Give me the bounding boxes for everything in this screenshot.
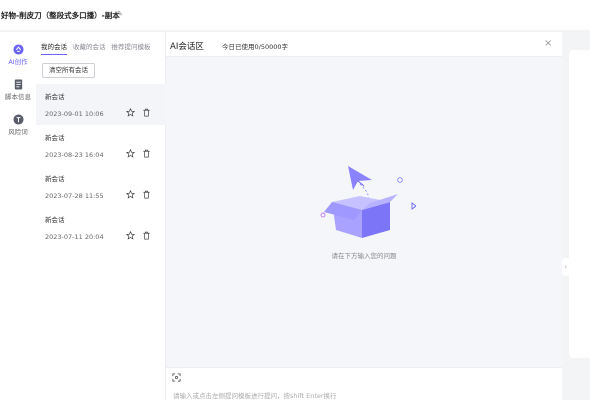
rail-item-risk-words[interactable]: 风险词 [0, 114, 36, 136]
rail-label: 脚本信息 [5, 93, 31, 101]
ai-create-icon [12, 44, 24, 55]
star-icon[interactable] [126, 149, 135, 158]
rail-label: AI创作 [8, 58, 28, 66]
trash-icon[interactable] [142, 190, 151, 199]
side-rail: AI创作 脚本信息 风险词 [0, 32, 36, 400]
script-title: 好物-削皮刀（整段式多口播）-副本 [1, 11, 120, 20]
workspace-panel: AI创作 脚本信息 风险词 我的会话 收藏的会话 推荐提问模板 清空所有会话 新… [0, 32, 562, 400]
risk-words-icon [12, 114, 24, 125]
conversation-name: 新会话 [45, 175, 65, 183]
chat-input-placeholder: 请输入或点击左侧提问模板进行提问，按shift Enter换行 [173, 392, 337, 400]
conversation-item[interactable]: 新会话 2023-08-23 16:04 [36, 125, 166, 166]
conversation-date: 2023-07-11 20:04 [45, 233, 104, 241]
chat-area: AI会话区 今日已使用0/50000字 × 请在下方输入您的问题 请输入或点击左… [166, 32, 562, 400]
conversation-list-panel: 我的会话 收藏的会话 推荐提问模板 清空所有会话 新会话 2023-09-01 … [36, 32, 166, 400]
conversation-date: 2023-07-28 11:55 [45, 192, 104, 200]
chat-title: AI会话区 [170, 42, 204, 52]
tab-favorite-conversations[interactable]: 收藏的会话 [73, 41, 106, 55]
clear-all-conversations-button[interactable]: 清空所有会话 [42, 63, 95, 78]
rail-item-ai-create[interactable]: AI创作 [0, 44, 36, 66]
conversation-name: 新会话 [45, 216, 65, 224]
star-icon[interactable] [126, 108, 135, 117]
usage-counter: 今日已使用0/50000字 [222, 43, 289, 51]
conversation-item[interactable]: 新会话 2023-07-28 11:55 [36, 166, 166, 207]
star-icon[interactable] [126, 190, 135, 199]
conversation-item[interactable]: 新会话 2023-07-11 20:04 [36, 207, 166, 248]
empty-state-hint: 请在下方输入您的问题 [331, 252, 397, 260]
star-icon[interactable] [126, 231, 135, 240]
rail-label: 风险词 [8, 128, 28, 136]
empty-state-illustration [320, 166, 416, 238]
chat-input-area[interactable]: 请输入或点击左侧提问模板进行提问，按shift Enter换行 [166, 367, 562, 400]
trash-icon[interactable] [142, 108, 151, 117]
conversation-date: 2023-08-23 16:04 [45, 151, 104, 159]
document-icon [14, 79, 22, 90]
conversation-tabs: 我的会话 收藏的会话 推荐提问模板 [41, 41, 151, 55]
trash-icon[interactable] [142, 231, 151, 240]
top-bar: 好物-削皮刀（整段式多口播）-副本 ✎ [0, 0, 590, 30]
rail-item-script-info[interactable]: 脚本信息 [0, 79, 36, 101]
conversation-date: 2023-09-01 10:06 [45, 110, 104, 118]
collapse-handle[interactable]: ‹ [562, 258, 569, 276]
close-icon[interactable]: × [544, 38, 552, 49]
chat-header: AI会话区 今日已使用0/50000字 × [166, 32, 562, 57]
pencil-icon[interactable]: ✎ [117, 10, 123, 18]
conversation-name: 新会话 [45, 93, 65, 101]
tab-recommended-templates[interactable]: 推荐提问模板 [112, 41, 151, 55]
conversation-item[interactable]: 新会话 2023-09-01 10:06 [36, 84, 166, 125]
chat-messages: 请在下方输入您的问题 [166, 57, 562, 367]
expand-icon[interactable] [172, 373, 181, 382]
tab-my-conversations[interactable]: 我的会话 [41, 41, 67, 55]
trash-icon[interactable] [142, 149, 151, 158]
right-side-panel [569, 50, 590, 358]
conversation-name: 新会话 [45, 134, 65, 142]
